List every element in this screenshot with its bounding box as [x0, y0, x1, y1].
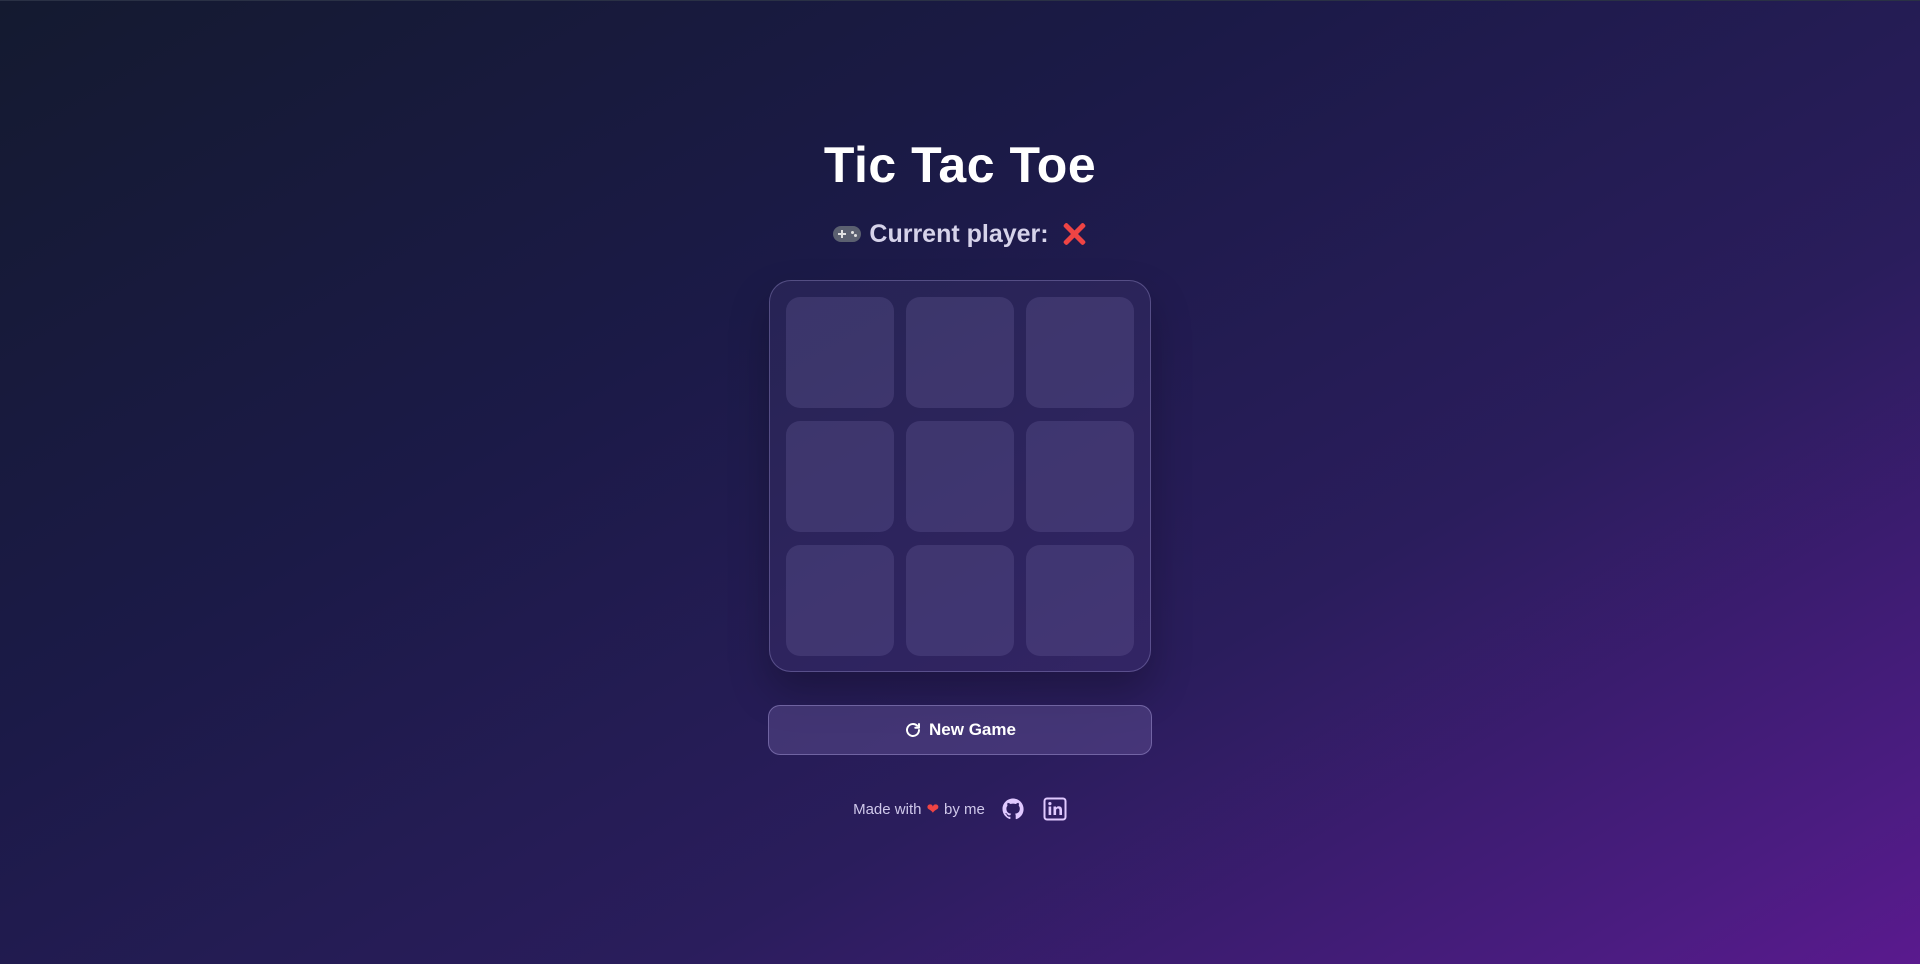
footer: Made with ❤ by me [853, 797, 1067, 821]
board-cell-2[interactable] [1026, 297, 1134, 408]
new-game-label: New Game [929, 720, 1016, 739]
red-x-mark-icon [1061, 221, 1087, 247]
gamepad-icon [833, 223, 862, 245]
board-cell-0[interactable] [786, 297, 894, 408]
footer-text-before: Made with [853, 800, 922, 818]
app-container: Tic Tac Toe Current player: New Game Mad… [0, 0, 1920, 821]
board-cell-5[interactable] [1026, 421, 1134, 532]
github-icon [1002, 798, 1024, 820]
status-bar: Current player: [833, 218, 1086, 250]
new-game-button[interactable]: New Game [768, 705, 1152, 755]
board-cell-1[interactable] [906, 297, 1014, 408]
board-cell-4[interactable] [906, 421, 1014, 532]
refresh-icon [906, 723, 921, 737]
linkedin-icon [1043, 797, 1067, 821]
game-board [769, 280, 1151, 672]
board-cell-7[interactable] [906, 545, 1014, 656]
heart-icon: ❤ [926, 801, 940, 818]
board-cell-6[interactable] [786, 545, 894, 656]
board-cell-8[interactable] [1026, 545, 1134, 656]
social-links [1001, 797, 1067, 821]
linkedin-link[interactable] [1043, 797, 1067, 821]
github-link[interactable] [1001, 797, 1025, 821]
page-title: Tic Tac Toe [823, 137, 1097, 193]
footer-text-after: by me [944, 800, 985, 818]
status-label: Current player: [869, 220, 1049, 248]
board-cell-3[interactable] [786, 421, 894, 532]
